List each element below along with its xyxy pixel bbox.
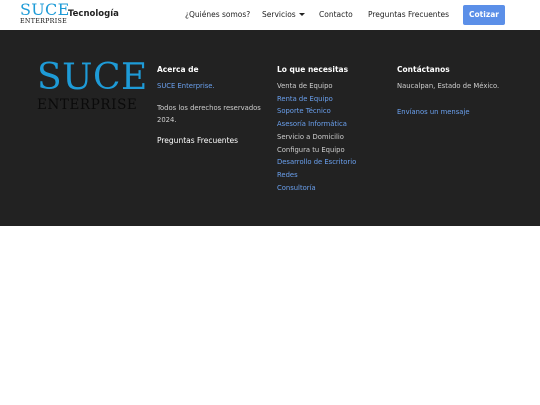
footer-needs-item[interactable]: Asesoría Informática bbox=[277, 118, 356, 131]
top-navbar: SUCE ENTERPRISE Tecnología ¿Quiénes somo… bbox=[0, 0, 540, 30]
footer-faq-link[interactable]: Preguntas Frecuentes bbox=[157, 135, 261, 148]
footer-needs-title: Lo que necesitas bbox=[277, 65, 349, 74]
footer-about-title: Acerca de bbox=[157, 65, 199, 74]
site-footer: SUCE ENTERPRISE Acerca de SUCE Enterpris… bbox=[0, 30, 540, 226]
footer-logo-sub: ENTERPRISE bbox=[37, 97, 138, 113]
footer-needs-item[interactable]: Desarrollo de Escritorio bbox=[277, 156, 356, 169]
footer-needs-item[interactable]: Servicio a Domicilio bbox=[277, 131, 356, 144]
footer-location: Naucalpan, Estado de México. bbox=[397, 82, 500, 90]
footer-needs-item[interactable]: Soporte Técnico bbox=[277, 105, 356, 118]
footer-about-column: Acerca de SUCE Enterprise. Todos los der… bbox=[157, 65, 261, 148]
nav-contact[interactable]: Contacto bbox=[319, 10, 353, 19]
footer-needs-item[interactable]: Redes bbox=[277, 169, 356, 182]
brand-tagline: Tecnología bbox=[68, 9, 119, 19]
footer-needs-item[interactable]: Venta de Equipo bbox=[277, 80, 356, 93]
footer-needs-item[interactable]: Consultoría bbox=[277, 182, 356, 195]
footer-rights-line2: 2024. bbox=[157, 116, 177, 125]
nav-faq[interactable]: Preguntas Frecuentes bbox=[368, 10, 449, 19]
brand-logo[interactable]: SUCE ENTERPRISE bbox=[20, 1, 69, 27]
footer-contact-column: Contáctanos Naucalpan, Estado de México.… bbox=[397, 65, 499, 118]
footer-message-link[interactable]: Envíanos un mensaje bbox=[397, 106, 499, 119]
nav-services[interactable]: Servicios bbox=[262, 10, 305, 19]
footer-company-link[interactable]: SUCE Enterprise. bbox=[157, 80, 261, 93]
footer-logo: SUCE ENTERPRISE bbox=[37, 59, 147, 115]
footer-needs-item[interactable]: Configura tu Equipo bbox=[277, 144, 356, 157]
footer-needs-item[interactable]: Renta de Equipo bbox=[277, 93, 356, 106]
nav-services-label: Servicios bbox=[262, 10, 296, 19]
caret-down-icon bbox=[298, 13, 305, 16]
footer-needs-column: Lo que necesitas Venta de Equipo Renta d… bbox=[277, 65, 356, 194]
footer-rights-line1: Todos los derechos reservados bbox=[157, 103, 261, 112]
quote-button[interactable]: Cotizar bbox=[463, 5, 505, 25]
nav-about[interactable]: ¿Quiénes somos? bbox=[185, 10, 250, 19]
footer-logo-main: SUCE bbox=[37, 57, 148, 98]
footer-contact-title: Contáctanos bbox=[397, 65, 450, 74]
brand-logo-main: SUCE bbox=[20, 0, 70, 19]
brand-logo-sub: ENTERPRISE bbox=[20, 18, 68, 25]
